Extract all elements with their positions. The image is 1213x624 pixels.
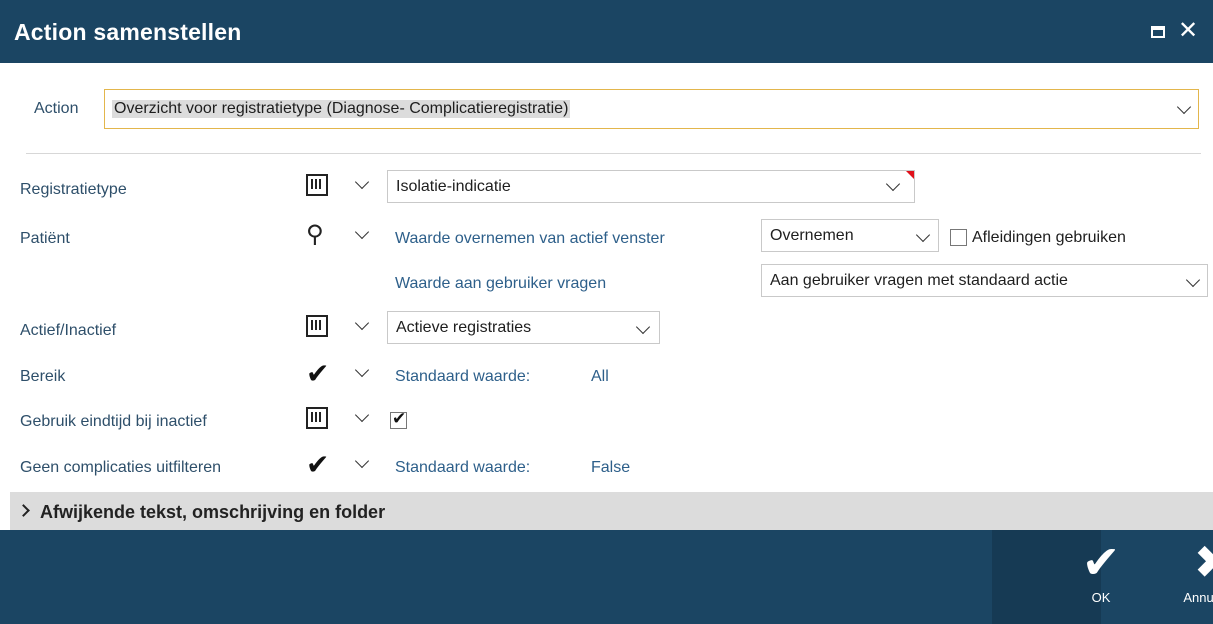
chevron-down-icon xyxy=(915,227,931,243)
patient-window-select[interactable]: Overnemen xyxy=(761,219,939,252)
section-label: Afwijkende tekst, omschrijving en folder xyxy=(40,502,386,522)
chevron-down-icon xyxy=(354,224,370,240)
registratietype-select[interactable]: Isolatie-indicatie xyxy=(387,170,915,203)
patient-ask-value: Aan gebruiker vragen met standaard actie xyxy=(770,272,1068,289)
actief-mode-button[interactable] xyxy=(302,312,374,342)
window-title: Action samenstellen xyxy=(14,19,242,45)
bereik-default-value: All xyxy=(591,368,609,385)
fixed-value-icon xyxy=(306,315,328,337)
eindtijd-mode-button[interactable] xyxy=(302,404,374,434)
registratietype-value: Isolatie-indicatie xyxy=(396,178,511,195)
eindtijd-label: Gebruik eindtijd bij inactief xyxy=(20,413,207,430)
title-bar: Action samenstellen ✕ xyxy=(0,0,1213,63)
action-label: Action xyxy=(34,100,79,117)
maximize-icon[interactable] xyxy=(1151,26,1165,38)
divider xyxy=(26,153,1201,154)
fixed-value-icon xyxy=(306,174,328,196)
registratietype-mode-button[interactable] xyxy=(302,171,374,201)
footer-bar: ✔ OK ✖ Annuleren xyxy=(0,530,1213,624)
chevron-down-icon xyxy=(354,407,370,423)
afleidingen-label: Afleidingen gebruiken xyxy=(972,229,1126,246)
collapsible-section-header[interactable]: Afwijkende tekst, omschrijving en folder xyxy=(10,492,1213,530)
registratietype-label: Registratietype xyxy=(20,181,127,198)
chevron-down-icon xyxy=(354,174,370,190)
complicaties-default-label: Standaard waarde: xyxy=(395,459,531,476)
bereik-mode-button[interactable]: ✔ xyxy=(302,359,374,389)
fixed-value-icon xyxy=(306,407,328,429)
complicaties-label: Geen complicaties uitfilteren xyxy=(20,459,221,476)
complicaties-default-value: False xyxy=(591,459,631,476)
ok-button[interactable]: ✔ OK xyxy=(992,530,1120,624)
bereik-default-label: Standaard waarde: xyxy=(395,368,531,385)
required-marker xyxy=(906,171,914,179)
patient-window-value: Overnemen xyxy=(770,227,854,244)
default-value-icon: ✔ xyxy=(306,358,330,389)
actief-label: Actief/Inactief xyxy=(20,322,117,339)
patient-ask-text: Waarde aan gebruiker vragen xyxy=(395,275,607,292)
afleidingen-checkbox[interactable] xyxy=(950,229,967,246)
chevron-down-icon xyxy=(885,176,901,192)
action-value: Overzicht voor registratietype (Diagnose… xyxy=(112,100,571,118)
chevron-down-icon xyxy=(354,453,370,469)
eindtijd-checkbox[interactable] xyxy=(390,409,407,429)
action-select[interactable]: Overzicht voor registratietype (Diagnose… xyxy=(104,89,1199,129)
patient-label: Patiënt xyxy=(20,230,70,247)
patient-mode-button[interactable]: ⚲ xyxy=(302,221,374,251)
actief-select[interactable]: Actieve registraties xyxy=(387,311,660,344)
chevron-down-icon xyxy=(354,315,370,331)
actief-value: Actieve registraties xyxy=(396,319,532,336)
chevron-down-icon xyxy=(1185,272,1201,288)
chevron-down-icon xyxy=(1176,99,1192,115)
chevron-down-icon xyxy=(635,319,651,335)
cancel-button[interactable]: ✖ Annuleren xyxy=(1103,530,1213,624)
complicaties-mode-button[interactable]: ✔ xyxy=(302,450,374,480)
cancel-label: Annuleren xyxy=(1183,590,1213,605)
patient-window-text: Waarde overnemen van actief venster xyxy=(395,230,665,247)
bereik-label: Bereik xyxy=(20,368,66,385)
close-icon: ✖ xyxy=(1193,536,1213,588)
close-icon[interactable]: ✕ xyxy=(1178,16,1198,46)
default-value-icon: ✔ xyxy=(306,449,330,480)
chevron-down-icon xyxy=(354,362,370,378)
chevron-right-icon xyxy=(17,504,30,517)
patient-ask-select[interactable]: Aan gebruiker vragen met standaard actie xyxy=(761,264,1208,297)
search-icon: ⚲ xyxy=(306,221,324,248)
